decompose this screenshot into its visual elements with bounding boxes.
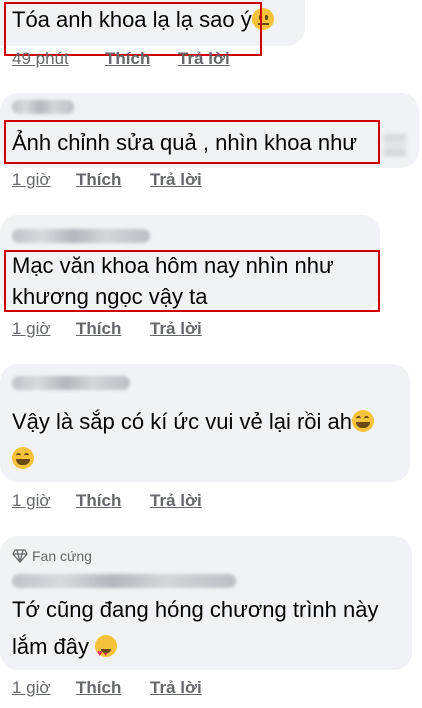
like-link[interactable]: Thích [76,678,121,698]
like-link[interactable]: Thích [76,491,121,511]
comment-meta: 1 giờ Thích Trả lời [12,170,312,190]
laughing-face-icon [352,410,374,432]
heart-eyes-icon [95,635,118,669]
comment-time[interactable]: 1 giờ [12,319,51,339]
comment-meta: 1 giờ Thích Trả lời [12,319,312,339]
comment-time[interactable]: 49 phút [12,49,69,69]
diamond-icon [12,549,28,563]
reply-link[interactable]: Trả lời [150,170,202,190]
reply-link[interactable]: Trả lời [150,491,202,511]
blurred-text [384,134,406,156]
reply-link[interactable]: Trả lời [150,319,202,339]
laughing-face-icon [12,447,34,469]
comment-text: Tớ cũng đang hóng chương trình này [12,597,379,622]
author-name[interactable] [12,574,236,588]
fan-badge: Fan cứng [12,548,92,564]
comment-meta: 49 phút Thích Trả lời [12,49,312,69]
highlight-box [4,2,262,56]
comment-meta: 1 giờ Thích Trả lời [12,678,312,698]
like-link[interactable]: Thích [76,170,121,190]
highlight-box [4,250,380,312]
comment-meta: 1 giờ Thích Trả lời [12,491,312,511]
comment-text [12,443,34,475]
highlight-box [4,120,380,164]
reply-link[interactable]: Trả lời [150,678,202,698]
reply-link[interactable]: Trả lời [178,49,230,69]
comment-time[interactable]: 1 giờ [12,491,51,511]
author-name[interactable] [12,100,74,114]
comment-text: Vậy là sắp có kí ức vui vẻ lại rồi ah [12,406,374,438]
comment-text: lắm đây [12,631,118,669]
like-link[interactable]: Thích [76,319,121,339]
comment-time[interactable]: 1 giờ [12,170,51,190]
author-name[interactable] [12,229,150,243]
comment-time[interactable]: 1 giờ [12,678,51,698]
like-link[interactable]: Thích [105,49,150,69]
author-name[interactable] [12,376,130,390]
